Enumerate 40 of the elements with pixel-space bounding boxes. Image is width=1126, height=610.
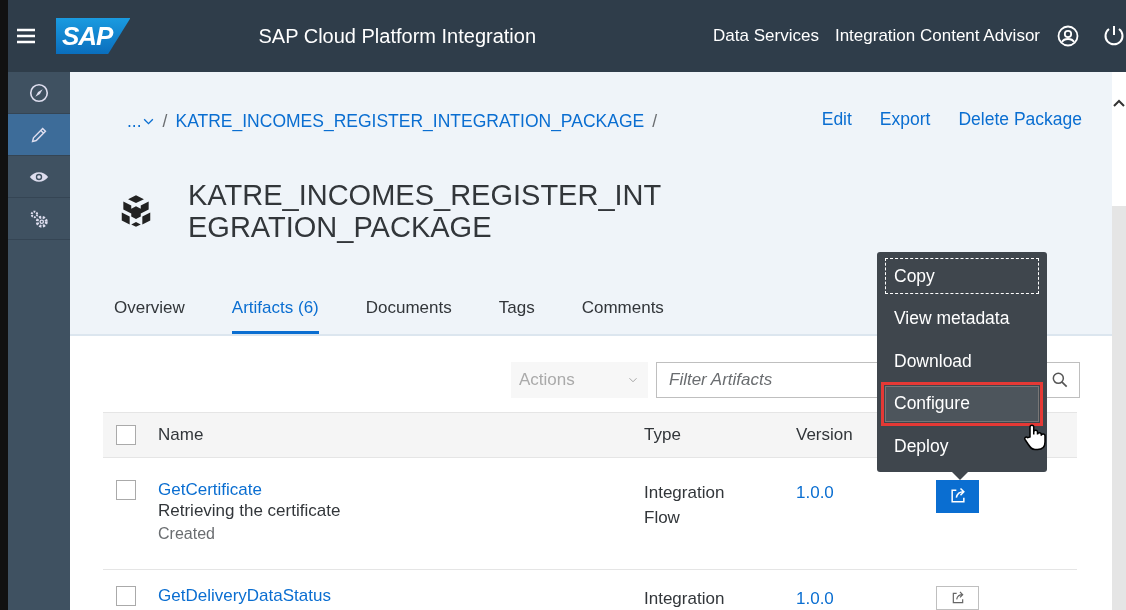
tab[interactable]: Comments — [581, 295, 664, 334]
scroll-up-icon[interactable] — [1113, 98, 1125, 108]
artifact-version: 1.0.0 — [796, 482, 834, 502]
artifact-link[interactable]: GetDeliveryDataStatus — [158, 585, 644, 606]
logo: SAP — [56, 18, 131, 54]
power-icon[interactable] — [1102, 24, 1126, 48]
artifact-description: Retrieving the certificate — [158, 499, 342, 522]
column-header: Type — [644, 424, 682, 447]
artifact-status: Created — [158, 523, 216, 544]
column-header: Name — [158, 424, 205, 446]
artifact-link[interactable]: GetCertificate — [158, 479, 644, 500]
breadcrumb-overflow[interactable]: ... — [127, 108, 155, 135]
compass-icon — [28, 81, 50, 104]
row-checkbox[interactable] — [116, 479, 136, 500]
user-icon[interactable] — [1056, 24, 1080, 48]
breadcrumb-link[interactable]: KATRE_INCOMES_REGISTER_INTEGRATION_PACKAGE — [175, 108, 645, 135]
tab[interactable]: Tags — [498, 295, 535, 334]
header-link[interactable]: Integration Content Advisor — [834, 23, 1040, 49]
page-action-link[interactable]: Export — [879, 106, 931, 133]
select-all-checkbox[interactable] — [116, 424, 136, 445]
artifact-version: 1.0.0 — [796, 588, 834, 608]
artifact-type: Integration Flow — [644, 482, 725, 527]
sidebar-item[interactable] — [8, 114, 70, 156]
package-title: KATRE_INCOMES_REGISTER_INT EGRATION_PACKAGE — [188, 179, 662, 244]
page-action-link[interactable]: Edit — [821, 106, 852, 133]
tab[interactable]: Overview — [114, 295, 185, 334]
breadcrumb-separator: / — [162, 110, 168, 133]
menu-item[interactable]: View metadata — [885, 300, 1039, 337]
artifact-type: Integration — [644, 588, 725, 608]
page-action-link[interactable]: Delete Package — [958, 106, 1082, 133]
row-checkbox[interactable] — [116, 585, 136, 606]
header-link[interactable]: Data Services — [713, 23, 819, 49]
actions-button[interactable] — [936, 585, 979, 610]
tab[interactable]: Artifacts (6) — [231, 295, 319, 334]
tab[interactable]: Documents — [365, 295, 452, 334]
scroll-thumb[interactable] — [1112, 206, 1126, 610]
menu-item[interactable]: Copy — [885, 258, 1039, 294]
actions-button[interactable] — [936, 479, 979, 513]
breadcrumb-separator: / — [652, 110, 658, 133]
app-title: SAP Cloud Platform Integration — [258, 24, 537, 49]
